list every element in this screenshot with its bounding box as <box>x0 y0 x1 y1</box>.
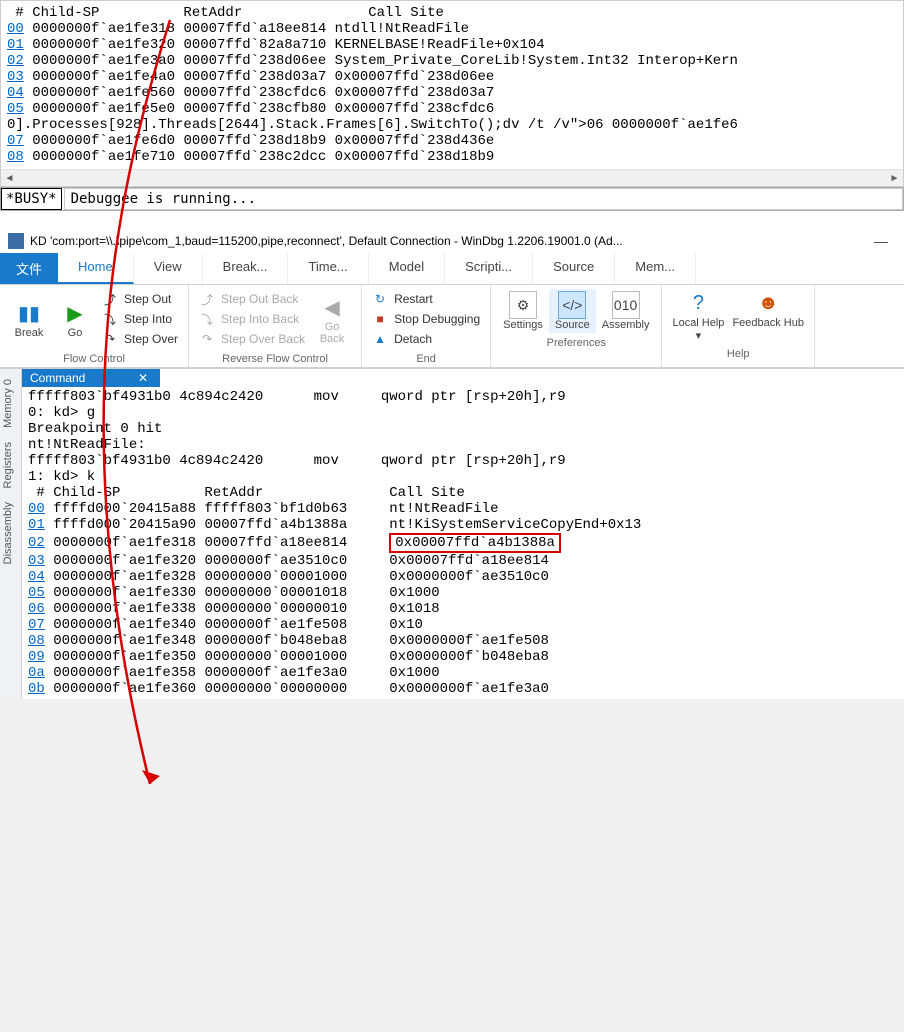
frame-link[interactable]: 07 <box>28 617 45 633</box>
h-scrollbar[interactable]: ◄ ► <box>1 169 903 186</box>
step-over-icon: ↷ <box>102 331 118 347</box>
frame-link[interactable]: 03 <box>7 69 24 85</box>
frame-link[interactable]: 08 <box>28 633 45 649</box>
group-reverse-flow: ⤴Step Out Back ⤵Step Into Back ↷Step Ove… <box>189 285 362 367</box>
source-icon: </> <box>558 291 586 319</box>
restart-button[interactable]: ↻Restart <box>368 289 484 309</box>
tab-home[interactable]: Home <box>58 253 134 284</box>
stop-icon: ■ <box>372 311 388 327</box>
step-into-back-icon: ⤵ <box>199 311 215 327</box>
local-help-button[interactable]: ?Local Help▾ <box>668 287 728 344</box>
help-label: Help <box>668 344 808 360</box>
frame-link[interactable]: 00 <box>28 501 45 517</box>
group-help: ?Local Help▾ ☻Feedback Hub Help <box>662 285 815 367</box>
step-over-back-icon: ↷ <box>199 331 215 347</box>
help-icon: ? <box>684 289 712 317</box>
frame-link[interactable]: 0a <box>28 665 45 681</box>
frame-link[interactable]: 04 <box>28 569 45 585</box>
side-tab-registers[interactable]: Registers <box>0 436 16 494</box>
stop-debugging-button[interactable]: ■Stop Debugging <box>368 309 484 329</box>
window-title: KD 'com:port=\\.\pipe\com_1,baud=115200,… <box>30 234 860 248</box>
ribbon-tabs: 文件 HomeViewBreak...Time...ModelScripti..… <box>0 253 904 285</box>
frame-link[interactable]: 08 <box>7 149 24 165</box>
feedback-icon: ☻ <box>754 289 782 317</box>
tab-source[interactable]: Source <box>533 253 615 284</box>
restart-icon: ↻ <box>372 291 388 307</box>
settings-button[interactable]: ⚙Settings <box>497 289 549 333</box>
tab-view[interactable]: View <box>134 253 203 284</box>
frame-link[interactable]: 0b <box>28 681 45 697</box>
step-into-back-button: ⤵Step Into Back <box>195 309 309 329</box>
workspace: Memory 0 Registers Disassembly Command ✕ f… <box>0 368 904 699</box>
frame-link[interactable]: 04 <box>7 85 24 101</box>
go-back-button: ◀Go Back <box>309 289 355 349</box>
status-text: Debuggee is running... <box>64 188 903 210</box>
command-output[interactable]: fffff803`bf4931b0 4c894c2420 mov qword p… <box>22 387 904 699</box>
minimize-button[interactable]: — <box>866 233 896 249</box>
frame-link[interactable]: 05 <box>28 585 45 601</box>
step-out-icon: ⤴ <box>102 291 118 307</box>
busy-indicator: *BUSY* <box>1 188 62 210</box>
settings-icon: ⚙ <box>509 291 537 319</box>
ribbon: 文件 HomeViewBreak...Time...ModelScripti..… <box>0 253 904 368</box>
detach-button[interactable]: ▲Detach <box>368 329 484 349</box>
step-into-button[interactable]: ⤵Step Into <box>98 309 182 329</box>
scroll-right-icon[interactable]: ► <box>886 170 903 187</box>
tab-model[interactable]: Model <box>369 253 445 284</box>
frame-link[interactable]: 06 <box>28 601 45 617</box>
frame-link[interactable]: 02 <box>7 53 24 69</box>
side-tab-disassembly[interactable]: Disassembly <box>0 496 16 570</box>
frame-link[interactable]: 05 <box>7 101 24 117</box>
top-output-pane: # Child-SP RetAddr Call Site00 0000000f`… <box>0 0 904 187</box>
group-preferences: ⚙Settings </>Source 010Assembly Preferen… <box>491 285 662 367</box>
status-bar: *BUSY* Debuggee is running... <box>0 187 904 211</box>
frame-link[interactable]: 01 <box>7 37 24 53</box>
group-flow-control: ▮▮Break ▶Go ⤴Step Out ⤵Step Into ↷Step O… <box>0 285 189 367</box>
tab-mem[interactable]: Mem... <box>615 253 696 284</box>
command-panel-title[interactable]: Command ✕ <box>22 369 160 387</box>
side-tab-memory-0[interactable]: Memory 0 <box>0 373 16 434</box>
step-over-button[interactable]: ↷Step Over <box>98 329 182 349</box>
break-button[interactable]: ▮▮Break <box>6 289 52 349</box>
feedback-hub-button[interactable]: ☻Feedback Hub <box>728 287 808 344</box>
source-mode-button[interactable]: </>Source <box>549 289 596 333</box>
reverse-flow-label: Reverse Flow Control <box>195 349 355 365</box>
pause-icon: ▮▮ <box>18 299 40 327</box>
close-icon[interactable]: ✕ <box>134 371 152 385</box>
assembly-mode-button[interactable]: 010Assembly <box>596 289 656 333</box>
end-label: End <box>368 349 484 365</box>
step-out-back-button: ⤴Step Out Back <box>195 289 309 309</box>
group-end: ↻Restart ■Stop Debugging ▲Detach End <box>362 285 491 367</box>
scroll-left-icon[interactable]: ◄ <box>1 170 18 187</box>
tab-time[interactable]: Time... <box>288 253 368 284</box>
highlighted-callsite: 0x00007ffd`a4b1388a <box>389 533 561 553</box>
frame-link[interactable]: 00 <box>7 21 24 37</box>
frame-link[interactable]: 02 <box>28 535 45 551</box>
tab-file[interactable]: 文件 <box>0 253 58 284</box>
preferences-label: Preferences <box>497 333 655 349</box>
frame-link[interactable]: 07 <box>7 133 24 149</box>
step-out-back-icon: ⤴ <box>199 291 215 307</box>
title-bar: KD 'com:port=\\.\pipe\com_1,baud=115200,… <box>0 229 904 253</box>
tab-break[interactable]: Break... <box>203 253 289 284</box>
tab-scripti[interactable]: Scripti... <box>445 253 533 284</box>
frame-link[interactable]: 01 <box>28 517 45 533</box>
side-tabs: Memory 0 Registers Disassembly <box>0 369 22 699</box>
play-icon: ▶ <box>67 299 82 327</box>
go-button[interactable]: ▶Go <box>52 289 98 349</box>
flow-control-label: Flow Control <box>6 349 182 365</box>
frame-link[interactable]: 09 <box>28 649 45 665</box>
go-back-icon: ◀ <box>324 293 339 321</box>
step-out-button[interactable]: ⤴Step Out <box>98 289 182 309</box>
step-into-icon: ⤵ <box>102 311 118 327</box>
app-icon <box>8 233 24 249</box>
detach-icon: ▲ <box>372 331 388 347</box>
frame-link[interactable]: 03 <box>28 553 45 569</box>
step-over-back-button: ↷Step Over Back <box>195 329 309 349</box>
assembly-icon: 010 <box>612 291 640 319</box>
